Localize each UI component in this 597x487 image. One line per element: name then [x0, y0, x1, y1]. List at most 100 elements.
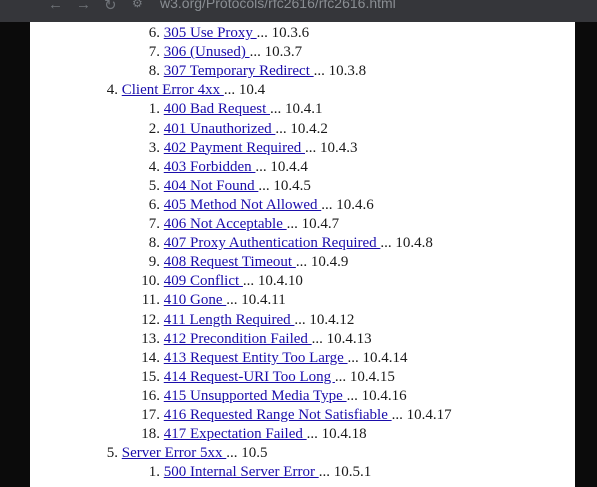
toc-item-number: 5. — [106, 445, 118, 462]
toc-item-link[interactable]: 408 Request Timeout — [164, 254, 296, 270]
toc-subsection-item: 9. 408 Request Timeout ... 10.4.9 — [130, 253, 349, 272]
left-margin — [0, 22, 30, 487]
toc-item-link[interactable]: 402 Payment Required — [164, 140, 305, 156]
toc-section-item: 4. Client Error 4xx ... 10.4 — [88, 81, 265, 100]
toc-subsection-item: 14. 413 Request Entity Too Large ... 10.… — [130, 349, 408, 368]
forward-icon[interactable]: → — [76, 0, 91, 13]
back-icon[interactable]: ← — [48, 0, 63, 13]
toc-item-link[interactable]: 306 (Unused) — [164, 44, 250, 60]
toc-item-number: 4. — [148, 158, 160, 175]
toc-item-link[interactable]: 411 Length Required — [164, 312, 295, 328]
toc-subsection-item: 13. 412 Precondition Failed ... 10.4.13 — [130, 330, 372, 349]
toc-item-number: 14. — [141, 349, 160, 366]
toc-item-link[interactable]: Server Error 5xx — [122, 445, 227, 461]
toc-item-link[interactable]: 413 Request Entity Too Large — [164, 350, 348, 366]
toc-item-link[interactable]: 415 Unsupported Media Type — [164, 388, 347, 404]
toc-subsection-item: 4. 403 Forbidden ... 10.4.4 — [130, 158, 308, 177]
toc-item-link[interactable]: 500 Internal Server Error — [164, 464, 319, 480]
toc-item-section-ref: ... 10.4.2 — [275, 120, 328, 137]
toc-subsection-item: 7. 406 Not Acceptable ... 10.4.7 — [130, 215, 339, 234]
toc-item-section-ref: ... 10.3.7 — [249, 44, 303, 61]
toc-item-section-ref: ... 10.4 — [223, 82, 266, 99]
right-margin — [575, 22, 597, 487]
toc-item-link[interactable]: 400 Bad Request — [164, 101, 270, 117]
toc-subsection-item: 16. 415 Unsupported Media Type ... 10.4.… — [130, 387, 407, 406]
toc-subsection-item: 1. 500 Internal Server Error ... 10.5.1 — [130, 463, 371, 482]
toc-item-link[interactable]: 405 Method Not Allowed — [164, 197, 322, 213]
toc-subsection-item: 7. 306 (Unused) ... 10.3.7 — [130, 43, 302, 62]
toc-item-section-ref: ... 10.4.12 — [294, 311, 355, 328]
toc-item-section-ref: ... 10.4.11 — [226, 292, 286, 309]
toc-subsection-item: 2. 401 Unauthorized ... 10.4.2 — [130, 120, 328, 139]
toc-item-link[interactable]: 305 Use Proxy — [164, 25, 257, 41]
site-info-icon[interactable]: ⚙ — [132, 0, 143, 10]
toc-item-link[interactable]: Client Error 4xx — [122, 82, 224, 98]
toc-item-section-ref: ... 10.4.5 — [258, 177, 311, 194]
toc-item-section-ref: ... 10.4.14 — [347, 349, 408, 366]
toc-item-link[interactable]: 404 Not Found — [164, 178, 259, 194]
toc-item-number: 8. — [148, 235, 160, 252]
toc-item-link[interactable]: 409 Conflict — [164, 273, 243, 289]
toc-item-number: 12. — [141, 311, 160, 328]
toc-item-link[interactable]: 410 Gone — [164, 292, 227, 308]
toc-item-section-ref: ... 10.4.13 — [311, 330, 372, 347]
toc-item-number: 7. — [148, 216, 160, 232]
toc-item-section-ref: ... 10.4.10 — [242, 273, 303, 290]
toc-item-section-ref: ... 10.4.16 — [346, 387, 407, 404]
toc-item-section-ref: ... 10.4.8 — [380, 235, 433, 252]
toc-item-section-ref: ... 10.4.15 — [334, 368, 395, 385]
toc-subsection-item: 8. 307 Temporary Redirect ... 10.3.8 — [130, 62, 366, 81]
toc-subsection-item: 1. 400 Bad Request ... 10.4.1 — [130, 100, 323, 119]
toc-item-number: 5. — [148, 177, 160, 194]
toc-item-link[interactable]: 406 Not Acceptable — [164, 216, 287, 232]
toc-item-number: 9. — [148, 254, 160, 271]
toc-item-number: 18. — [141, 426, 160, 443]
toc-item-number: 8. — [148, 63, 160, 80]
toc-item-section-ref: ... 10.5.1 — [318, 464, 372, 481]
toc-item-link[interactable]: 416 Requested Range Not Satisfiable — [164, 407, 392, 423]
toc-subsection-item: 5. 404 Not Found ... 10.4.5 — [130, 177, 311, 196]
toc-item-section-ref: ... 10.4.9 — [295, 254, 349, 271]
toc-item-section-ref: ... 10.4.3 — [304, 139, 358, 156]
toc-item-number: 10. — [141, 273, 160, 290]
toc-item-number: 7. — [148, 44, 160, 61]
toc-item-section-ref: ... 10.3.6 — [256, 25, 310, 41]
toc-item-link[interactable]: 414 Request-URI Too Long — [164, 369, 335, 385]
toc-item-number: 15. — [141, 368, 160, 385]
toc-subsection-item: 6. 305 Use Proxy ... 10.3.6 — [130, 24, 309, 43]
toc-item-number: 1. — [148, 101, 160, 118]
toc-item-number: 3. — [148, 139, 160, 156]
toc-item-number: 17. — [141, 407, 160, 423]
toc-section-item: 5. Server Error 5xx ... 10.5 — [88, 444, 268, 463]
document-page: 6. 305 Use Proxy ... 10.3.6 7. 306 (Unuse… — [30, 22, 575, 487]
toc-item-number: 11. — [141, 292, 160, 309]
toc-item-number: 1. — [148, 464, 160, 481]
toc-item-number: 2. — [148, 120, 160, 137]
toc-item-number: 6. — [148, 196, 160, 213]
toc-subsection-item: 8. 407 Proxy Authentication Required ...… — [130, 234, 433, 253]
toc-subsection-item: 11. 410 Gone ... 10.4.11 — [130, 291, 286, 310]
toc-item-section-ref: ... 10.4.18 — [306, 426, 367, 443]
reload-icon[interactable]: ↻ — [104, 0, 117, 14]
toc-item-section-ref: ... 10.4.7 — [286, 216, 340, 232]
toc-item-link[interactable]: 307 Temporary Redirect — [164, 63, 314, 79]
toc-item-link[interactable]: 412 Precondition Failed — [164, 331, 312, 347]
toc-item-link[interactable]: 407 Proxy Authentication Required — [164, 235, 381, 251]
toc-subsection-item: 15. 414 Request-URI Too Long ... 10.4.15 — [130, 368, 395, 387]
toc-subsection-item: 10. 409 Conflict ... 10.4.10 — [130, 272, 303, 291]
toc-item-section-ref: ... 10.5 — [226, 445, 268, 462]
toc-item-link[interactable]: 417 Expectation Failed — [164, 426, 307, 442]
toc-item-section-ref: ... 10.4.6 — [321, 196, 374, 213]
toc-item-link[interactable]: 403 Forbidden — [164, 159, 256, 175]
toc-item-number: 6. — [148, 25, 160, 41]
toc-item-link[interactable]: 401 Unauthorized — [164, 121, 276, 137]
toc-subsection-item: 12. 411 Length Required ... 10.4.12 — [130, 311, 354, 330]
toc-subsection-item: 17. 416 Requested Range Not Satisfiable … — [130, 406, 451, 425]
toc-item-section-ref: ... 10.4.4 — [255, 158, 308, 175]
toc-subsection-item: 18. 417 Expectation Failed ... 10.4.18 — [130, 425, 367, 444]
address-bar[interactable]: w3.org/Protocols/rfc2616/rfc2616.html — [160, 0, 396, 11]
toc-item-section-ref: ... 10.3.8 — [313, 63, 367, 80]
toc-subsection-item: 3. 402 Payment Required ... 10.4.3 — [130, 139, 358, 158]
browser-toolbar: ← → ↻ ⚙ w3.org/Protocols/rfc2616/rfc2616… — [0, 0, 597, 22]
toc-item-section-ref: ... 10.4.1 — [270, 101, 323, 118]
